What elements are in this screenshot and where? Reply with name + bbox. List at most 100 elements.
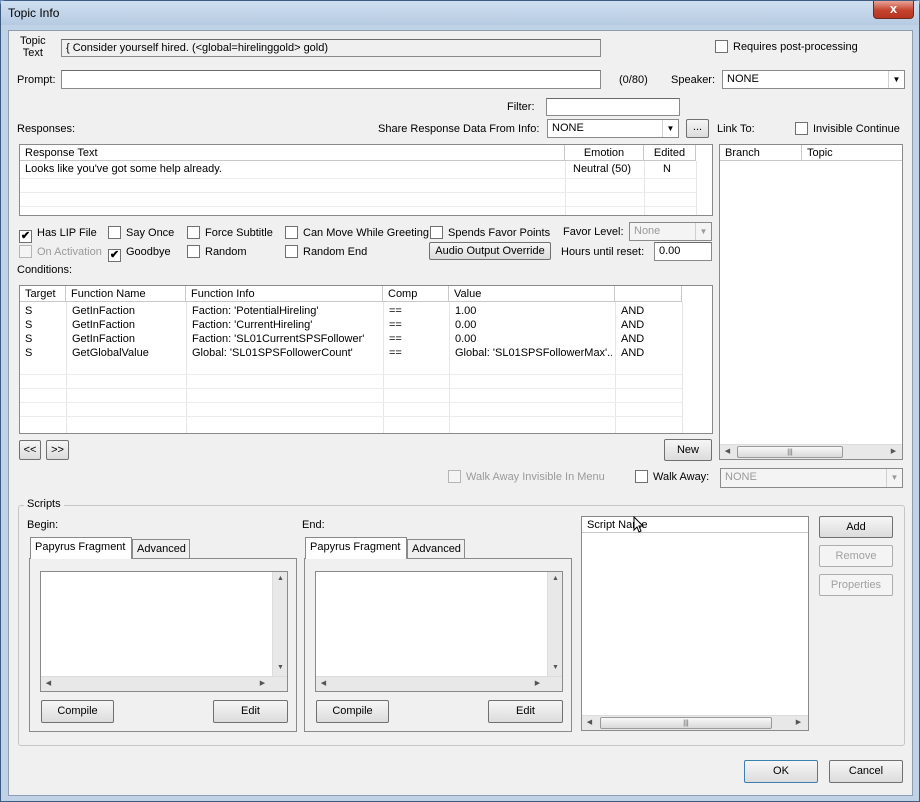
check-mark-icon[interactable]: ✔ [108, 249, 121, 262]
scroll-left-icon[interactable]: ◀ [720, 447, 735, 455]
close-icon[interactable]: x [873, 1, 914, 19]
column-divider [682, 302, 683, 433]
force-subtitle-checkbox[interactable]: Force Subtitle [187, 226, 273, 240]
chevron-down-icon[interactable]: ▼ [662, 120, 678, 137]
topic-text-field[interactable]: { Consider yourself hired. (<global=hire… [61, 39, 601, 57]
row-divider [20, 402, 682, 403]
checkbox-box[interactable] [715, 40, 728, 53]
begin-compile-button[interactable]: Compile [41, 700, 114, 723]
script-list-horizontal-scrollbar[interactable]: ◀ ||| ▶ [582, 715, 808, 730]
checkbox-box[interactable] [285, 245, 298, 258]
cancel-button[interactable]: Cancel [829, 760, 903, 783]
horizontal-scrollbar[interactable]: ◀ ▶ [41, 676, 287, 691]
checkbox-box[interactable] [187, 226, 200, 239]
column-header-value[interactable]: Value [449, 286, 615, 302]
script-name-list[interactable]: Script Name ◀ ||| ▶ [581, 516, 809, 731]
table-row[interactable]: S GetInFaction Faction: 'CurrentHireling… [20, 319, 682, 333]
responses-list[interactable]: Response Text Emotion Edited Looks like … [19, 144, 713, 216]
share-response-browse-button[interactable]: ... [686, 119, 709, 138]
column-header-topic[interactable]: Topic [802, 145, 902, 161]
previous-button[interactable]: << [19, 440, 41, 460]
audio-output-override-button[interactable]: Audio Output Override [429, 242, 551, 260]
scroll-down-icon[interactable]: ▼ [548, 664, 562, 671]
scroll-thumb[interactable]: ||| [737, 446, 843, 458]
random-checkbox[interactable]: Random [187, 245, 247, 259]
comp-cell: == [389, 347, 402, 359]
goodbye-checkbox[interactable]: ✔ Goodbye [108, 245, 171, 262]
scroll-up-icon[interactable]: ▲ [273, 575, 287, 582]
hours-until-reset-input[interactable]: 0.00 [654, 242, 712, 261]
end-compile-button[interactable]: Compile [316, 700, 389, 723]
can-move-while-greeting-checkbox[interactable]: Can Move While Greeting [285, 226, 429, 240]
scroll-thumb[interactable]: ||| [600, 717, 772, 729]
new-condition-button[interactable]: New [664, 439, 712, 461]
scroll-right-icon[interactable]: ▶ [530, 679, 545, 687]
tab-begin-papyrus-fragment[interactable]: Papyrus Fragment [30, 537, 132, 559]
title-bar[interactable]: Topic Info x [1, 1, 919, 25]
scroll-down-icon[interactable]: ▼ [273, 664, 287, 671]
checkbox-box[interactable] [635, 470, 648, 483]
scroll-left-icon[interactable]: ◀ [41, 679, 56, 687]
speaker-dropdown[interactable]: NONE ▼ [722, 70, 905, 89]
filter-input[interactable] [546, 98, 680, 116]
table-row[interactable]: S GetInFaction Faction: 'SL01CurrentSPSF… [20, 333, 682, 347]
table-row[interactable]: Looks like you've got some help already.… [20, 163, 696, 177]
scroll-right-icon[interactable]: ▶ [886, 447, 901, 455]
column-header-comp[interactable]: Comp [383, 286, 449, 302]
tab-begin-advanced[interactable]: Advanced [132, 539, 190, 559]
walk-away-checkbox[interactable]: Walk Away: [635, 470, 709, 484]
column-header-emotion[interactable]: Emotion [565, 145, 644, 161]
scroll-up-icon[interactable]: ▲ [548, 575, 562, 582]
column-header-script-name[interactable]: Script Name [582, 517, 808, 533]
column-header-function-name[interactable]: Function Name [66, 286, 186, 302]
checkbox-box[interactable] [430, 226, 443, 239]
requires-post-processing-checkbox[interactable]: Requires post-processing [715, 40, 858, 54]
invisible-continue-checkbox[interactable]: Invisible Continue [795, 122, 900, 136]
column-header-response-text[interactable]: Response Text [20, 145, 565, 161]
table-row[interactable]: S GetGlobalValue Global: 'SL01SPSFollowe… [20, 347, 682, 361]
on-activation-checkbox: On Activation [19, 245, 102, 259]
vertical-scrollbar[interactable]: ▲ ▼ [272, 572, 287, 678]
tab-end-papyrus-fragment[interactable]: Papyrus Fragment [305, 537, 407, 559]
add-script-button[interactable]: Add [819, 516, 893, 538]
has-lip-label: Has LIP File [37, 227, 97, 239]
checkbox-box[interactable] [187, 245, 200, 258]
function-name-cell: GetGlobalValue [72, 347, 149, 359]
checkbox-box[interactable] [285, 226, 298, 239]
link-to-list[interactable]: Branch Topic ◀ ||| ▶ [719, 144, 903, 460]
requires-post-label: Requires post-processing [733, 41, 858, 53]
say-once-checkbox[interactable]: Say Once [108, 226, 174, 240]
share-response-dropdown[interactable]: NONE ▼ [547, 119, 679, 138]
column-header-edited[interactable]: Edited [644, 145, 696, 161]
begin-script-editor[interactable]: ▲ ▼ ◀ ▶ [40, 571, 288, 692]
conditions-list[interactable]: Target Function Name Function Info Comp … [19, 285, 713, 434]
next-button[interactable]: >> [46, 440, 69, 460]
end-script-editor[interactable]: ▲ ▼ ◀ ▶ [315, 571, 563, 692]
chevron-down-icon[interactable]: ▼ [888, 71, 904, 88]
ok-button[interactable]: OK [744, 760, 818, 783]
end-edit-button[interactable]: Edit [488, 700, 563, 723]
prompt-counter: (0/80) [619, 74, 648, 86]
random-end-checkbox[interactable]: Random End [285, 245, 367, 259]
column-header-branch[interactable]: Branch [720, 145, 802, 161]
scroll-left-icon[interactable]: ◀ [316, 679, 331, 687]
horizontal-scrollbar[interactable]: ◀ ▶ [316, 676, 562, 691]
column-header-operator[interactable] [615, 286, 682, 302]
column-header-target[interactable]: Target [20, 286, 66, 302]
scroll-right-icon[interactable]: ▶ [791, 718, 806, 726]
scroll-left-icon[interactable]: ◀ [582, 718, 597, 726]
begin-edit-button[interactable]: Edit [213, 700, 288, 723]
column-header-function-info[interactable]: Function Info [186, 286, 383, 302]
table-row[interactable]: S GetInFaction Faction: 'PotentialHireli… [20, 305, 682, 319]
checkbox-box[interactable] [795, 122, 808, 135]
spends-favor-points-checkbox[interactable]: Spends Favor Points [430, 226, 550, 240]
function-info-cell: Faction: 'CurrentHireling' [192, 319, 313, 331]
vertical-scrollbar[interactable]: ▲ ▼ [547, 572, 562, 678]
scroll-right-icon[interactable]: ▶ [255, 679, 270, 687]
link-to-horizontal-scrollbar[interactable]: ◀ ||| ▶ [720, 444, 902, 459]
tab-end-advanced[interactable]: Advanced [407, 539, 465, 559]
prompt-input[interactable] [61, 70, 601, 89]
has-lip-file-checkbox[interactable]: ✔ Has LIP File [19, 226, 97, 243]
check-mark-icon[interactable]: ✔ [19, 230, 32, 243]
checkbox-box[interactable] [108, 226, 121, 239]
